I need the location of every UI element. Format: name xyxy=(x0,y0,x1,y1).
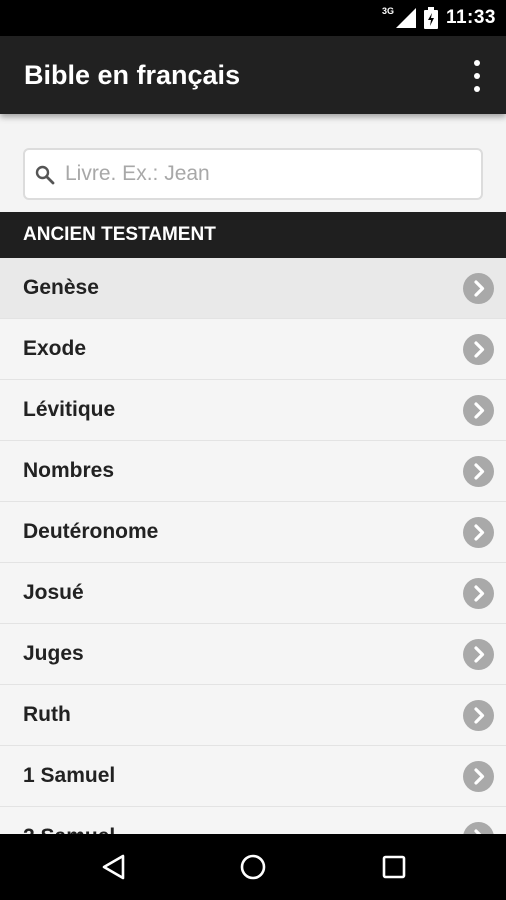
list-item[interactable]: 1 Samuel xyxy=(0,746,506,807)
chevron-right-icon[interactable] xyxy=(463,761,494,792)
back-icon[interactable] xyxy=(99,852,129,882)
home-icon[interactable] xyxy=(238,852,268,882)
section-header: ANCIEN TESTAMENT xyxy=(0,212,506,258)
book-label: Lévitique xyxy=(23,398,116,421)
battery-icon xyxy=(423,7,438,29)
search-input[interactable] xyxy=(65,150,465,198)
search-box[interactable] xyxy=(23,148,483,200)
list-item[interactable]: Genèse xyxy=(0,258,506,319)
app-title: Bible en français xyxy=(24,60,241,90)
book-label: Genèse xyxy=(23,276,99,299)
chevron-right-icon[interactable] xyxy=(463,639,494,670)
chevron-right-icon[interactable] xyxy=(463,273,494,304)
signal-icon xyxy=(395,8,416,28)
list-item[interactable]: Nombres xyxy=(0,441,506,502)
search-area xyxy=(0,114,506,212)
recents-icon[interactable] xyxy=(379,852,409,882)
navigation-bar xyxy=(0,834,506,900)
status-icons: 3G 11:33 xyxy=(382,0,496,36)
list-item[interactable]: Ruth xyxy=(0,685,506,746)
book-label: Josué xyxy=(23,581,84,604)
list-item[interactable]: Deutéronome xyxy=(0,502,506,563)
list-item[interactable]: 2 Samuel xyxy=(0,807,506,834)
book-label: Juges xyxy=(23,642,84,665)
list-item[interactable]: Exode xyxy=(0,319,506,380)
book-list: Genèse Exode Lévitique Nombres Deutérono… xyxy=(0,258,506,834)
chevron-right-icon[interactable] xyxy=(463,822,494,834)
search-icon xyxy=(35,165,55,185)
book-label: 2 Samuel xyxy=(23,807,115,834)
chevron-right-icon[interactable] xyxy=(463,395,494,426)
list-item[interactable]: Lévitique xyxy=(0,380,506,441)
book-label: 1 Samuel xyxy=(23,764,116,787)
chevron-right-icon[interactable] xyxy=(463,456,494,487)
book-label: Deutéronome xyxy=(23,520,159,543)
section-title: ANCIEN TESTAMENT xyxy=(23,224,216,245)
chevron-right-icon[interactable] xyxy=(463,517,494,548)
chevron-right-icon[interactable] xyxy=(463,334,494,365)
status-time: 11:33 xyxy=(445,7,496,28)
app-bar: Bible en français xyxy=(0,36,506,114)
chevron-right-icon[interactable] xyxy=(463,578,494,609)
overflow-menu-icon[interactable] xyxy=(470,60,484,92)
book-label: Exode xyxy=(23,337,87,360)
book-label: Nombres xyxy=(23,459,115,482)
book-label: Ruth xyxy=(23,703,71,726)
network-type: 3G xyxy=(381,6,394,16)
list-item[interactable]: Juges xyxy=(0,624,506,685)
status-bar: 3G 11:33 xyxy=(0,0,506,36)
list-item[interactable]: Josué xyxy=(0,563,506,624)
chevron-right-icon[interactable] xyxy=(463,700,494,731)
